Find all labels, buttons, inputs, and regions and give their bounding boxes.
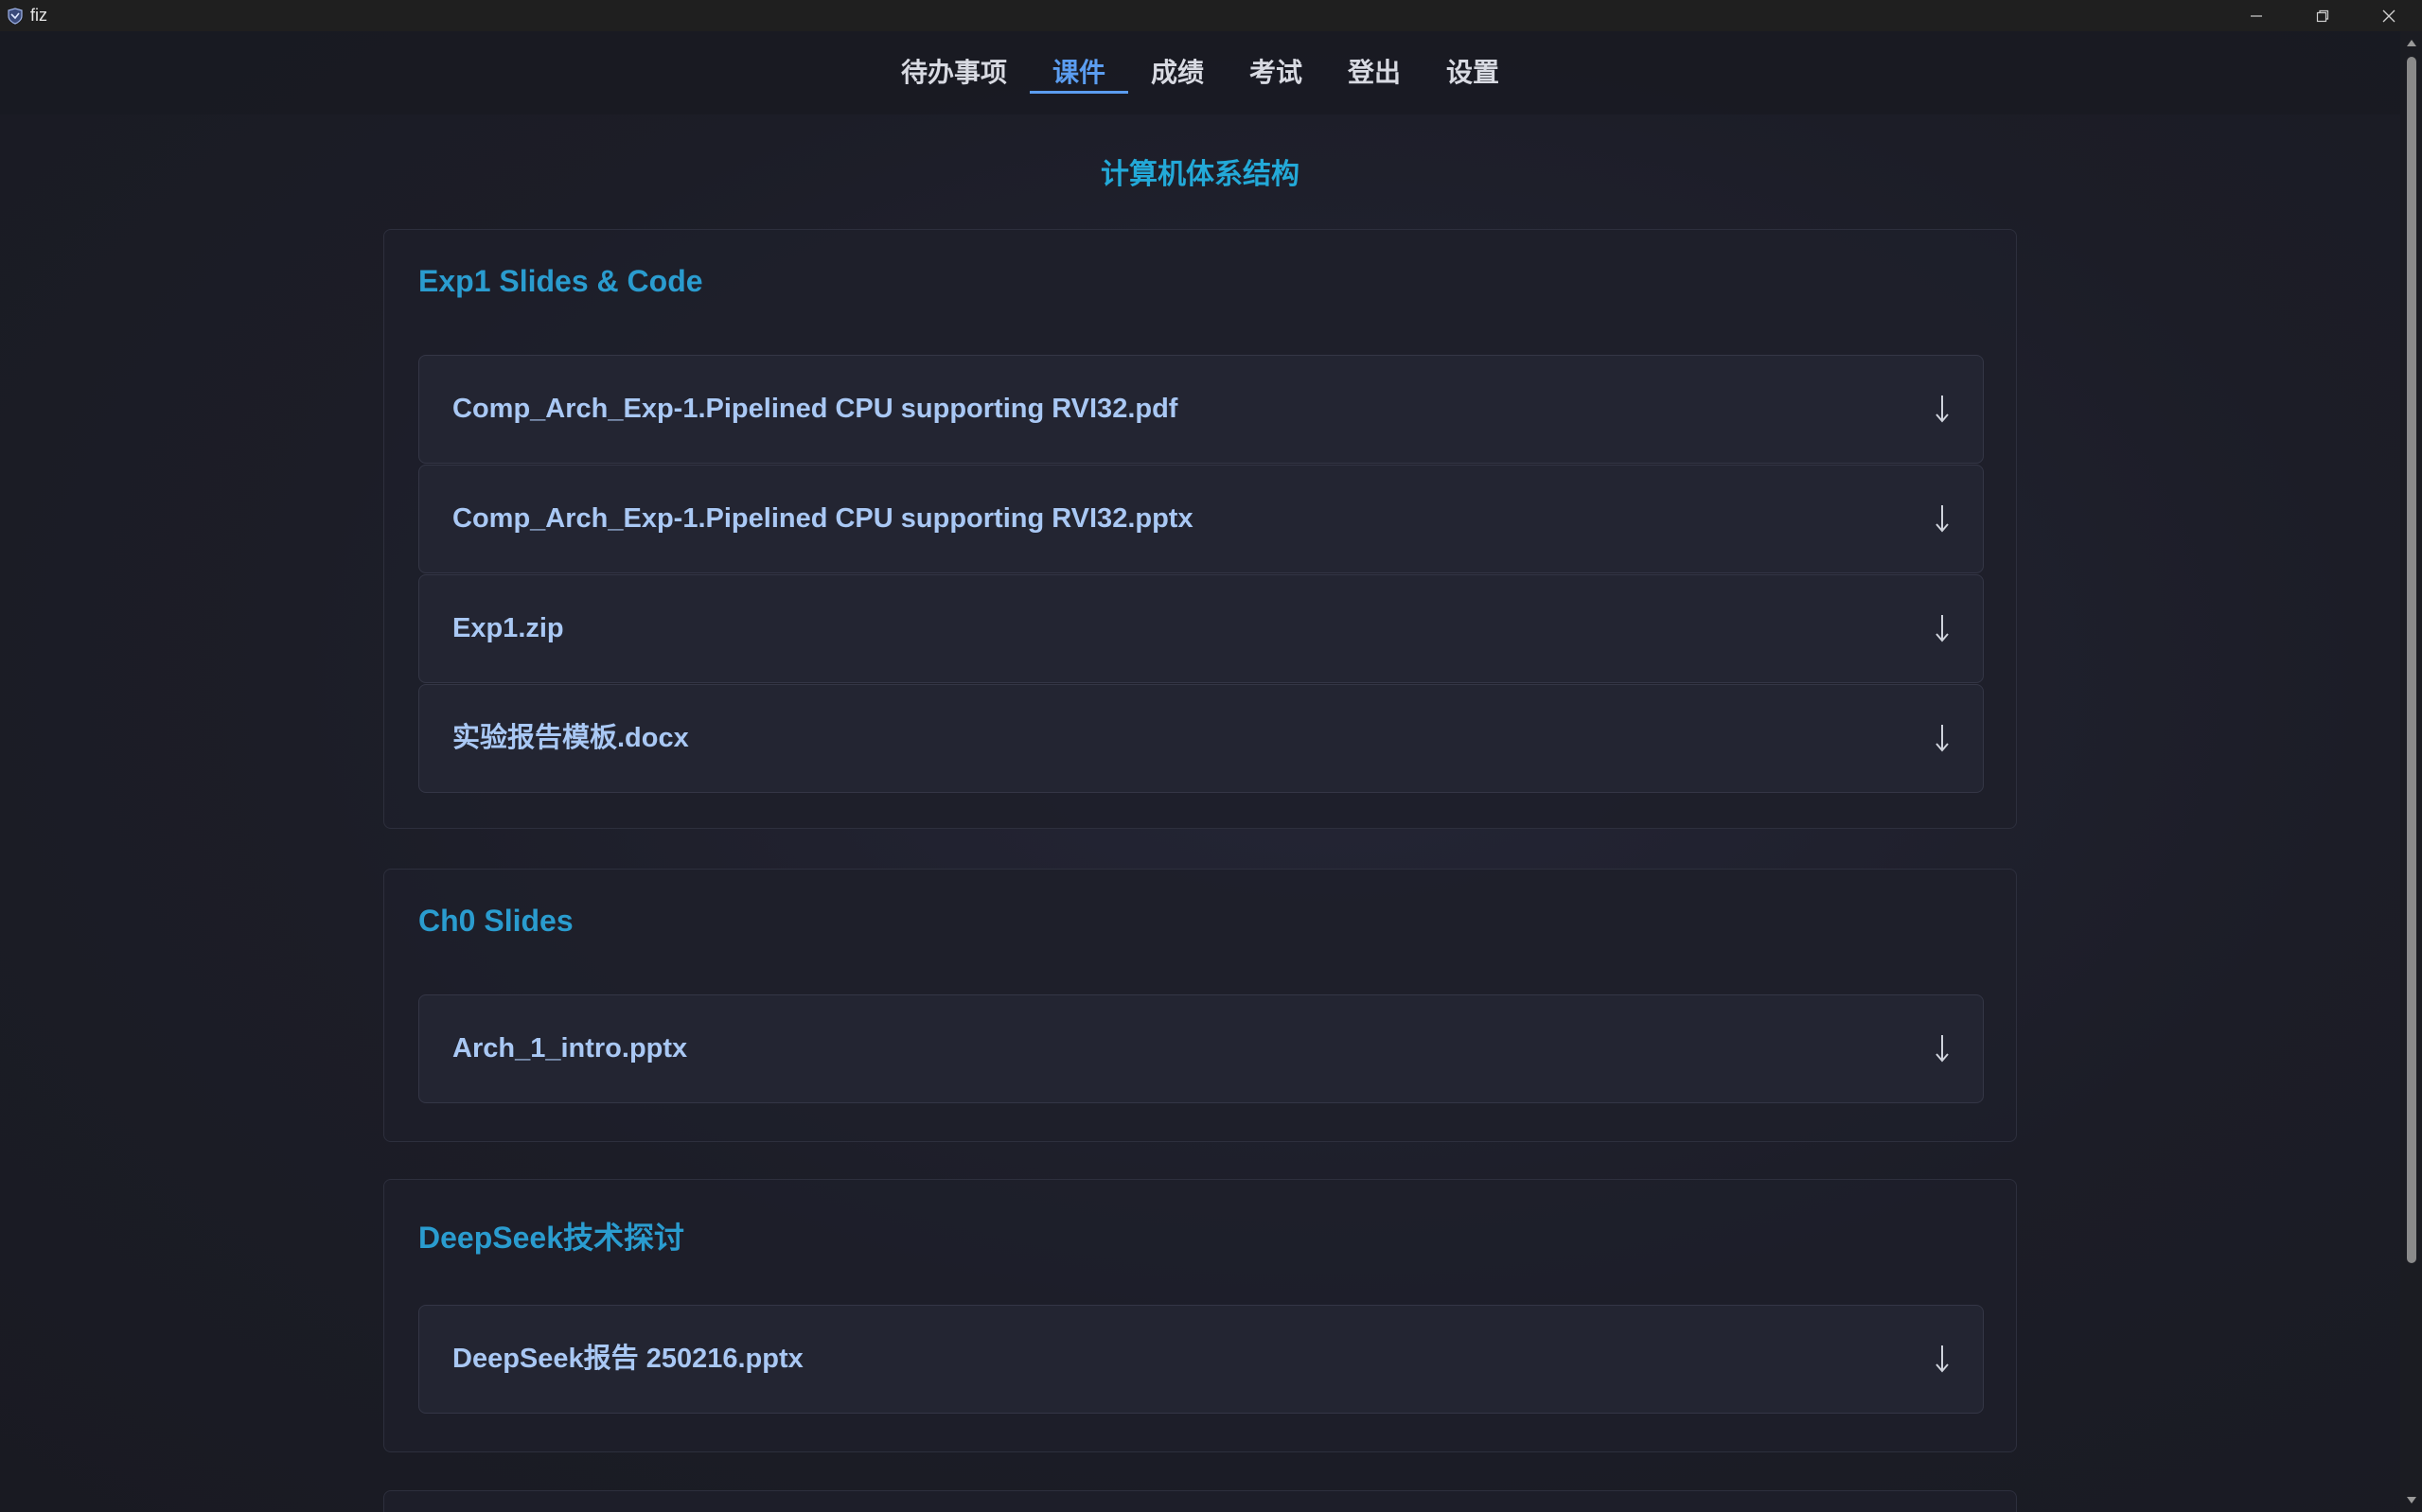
section-card: Exp1 Slides & Code Comp_Arch_Exp-1.Pipel…: [383, 229, 2017, 829]
window-title: fiz: [30, 6, 47, 25]
download-icon[interactable]: [1934, 723, 1951, 753]
scroll-up-icon[interactable]: [2404, 35, 2418, 49]
tab-grades[interactable]: 成绩: [1128, 31, 1227, 114]
section-card: DeepSeek技术探讨 DeepSeek报告 250216.pptx: [383, 1179, 2017, 1452]
download-icon[interactable]: [1934, 1033, 1951, 1064]
file-name[interactable]: DeepSeek报告 250216.pptx: [452, 1306, 804, 1413]
section-title: Ch0 Slides: [418, 904, 574, 938]
minimize-button[interactable]: [2223, 0, 2289, 31]
app-window: fiz 待办事项 课件 成绩 考试 登出 设置 计算机体系结构 Exp1 Sli…: [0, 0, 2422, 1512]
restore-icon: [2316, 9, 2329, 22]
nav-tabs: 待办事项 课件 成绩 考试 登出 设置: [878, 31, 1522, 114]
main-content: 计算机体系结构 Exp1 Slides & Code Comp_Arch_Exp…: [0, 114, 2400, 1512]
tab-todo[interactable]: 待办事项: [878, 31, 1030, 114]
scroll-down-icon[interactable]: [2404, 1493, 2418, 1507]
close-button[interactable]: [2356, 0, 2422, 31]
title-bar: fiz: [0, 0, 2422, 31]
section-title: Exp1 Slides & Code: [418, 264, 703, 298]
app-logo-icon: [6, 7, 25, 26]
section-title: DeepSeek技术探讨: [418, 1221, 684, 1255]
section-card: Ch0 Slides Arch_1_intro.pptx: [383, 869, 2017, 1142]
tab-courseware[interactable]: 课件: [1029, 31, 1129, 114]
close-icon: [2382, 9, 2395, 22]
minimize-icon: [2251, 14, 2262, 17]
course-title: 计算机体系结构: [1101, 159, 1299, 190]
file-row[interactable]: Exp1.zip: [418, 574, 1984, 683]
file-name[interactable]: Arch_1_intro.pptx: [452, 995, 687, 1102]
restore-button[interactable]: [2289, 0, 2356, 31]
tab-logout[interactable]: 登出: [1325, 31, 1423, 114]
file-name[interactable]: Exp1.zip: [452, 575, 564, 682]
file-name[interactable]: 实验报告模板.docx: [452, 685, 689, 792]
file-row[interactable]: 实验报告模板.docx: [418, 684, 1984, 793]
top-nav: 待办事项 课件 成绩 考试 登出 设置: [0, 31, 2400, 114]
file-row[interactable]: Arch_1_intro.pptx: [418, 994, 1984, 1103]
download-icon[interactable]: [1934, 613, 1951, 643]
scroll-thumb[interactable]: [2407, 57, 2416, 1263]
file-row[interactable]: Comp_Arch_Exp-1.Pipelined CPU supporting…: [418, 355, 1984, 464]
window-controls: [2223, 0, 2422, 31]
download-icon[interactable]: [1934, 1344, 1951, 1374]
tab-settings[interactable]: 设置: [1423, 31, 1522, 114]
vertical-scrollbar[interactable]: [2400, 31, 2422, 1512]
download-icon[interactable]: [1934, 503, 1951, 534]
file-row[interactable]: DeepSeek报告 250216.pptx: [418, 1305, 1984, 1414]
tab-exams[interactable]: 考试: [1227, 31, 1325, 114]
file-row[interactable]: Comp_Arch_Exp-1.Pipelined CPU supporting…: [418, 465, 1984, 573]
download-icon[interactable]: [1934, 394, 1951, 424]
file-name[interactable]: Comp_Arch_Exp-1.Pipelined CPU supporting…: [452, 356, 1177, 463]
section-card-partial: [383, 1490, 2017, 1512]
file-name[interactable]: Comp_Arch_Exp-1.Pipelined CPU supporting…: [452, 466, 1193, 572]
